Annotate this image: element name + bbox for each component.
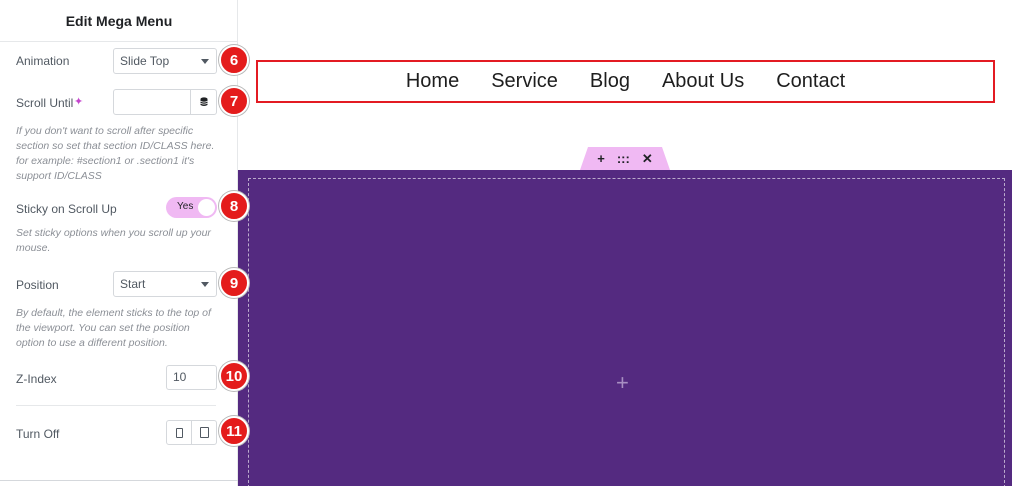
menu-item-contact[interactable]: Contact xyxy=(776,70,845,93)
turn-off-device-group xyxy=(166,420,217,445)
annotation-badge-7: 7 xyxy=(219,86,249,116)
menu-item-home[interactable]: Home xyxy=(406,70,459,93)
panel-title: Edit Mega Menu xyxy=(0,0,238,42)
annotation-badge-11: 11 xyxy=(219,416,249,446)
tablet-icon xyxy=(199,427,209,438)
toggle-text: Yes xyxy=(177,201,194,212)
sticky-scroll-up-toggle[interactable]: Yes xyxy=(166,197,217,218)
annotation-badge-8: 8 xyxy=(219,191,249,221)
menu-item-about-us[interactable]: About Us xyxy=(662,70,744,93)
annotation-badge-6: 6 xyxy=(219,45,249,75)
mega-menu-nav: Home Service Blog About Us Contact xyxy=(258,62,993,101)
annotation-badge-9: 9 xyxy=(219,268,249,298)
dynamic-tags-button[interactable] xyxy=(190,90,216,114)
menu-item-blog[interactable]: Blog xyxy=(590,70,630,93)
animation-select-value: Slide Top xyxy=(120,54,170,68)
sticky-scroll-up-hint: Set sticky options when you scroll up yo… xyxy=(16,227,211,254)
divider xyxy=(16,405,216,406)
database-icon xyxy=(199,97,208,106)
panel-bottom-border xyxy=(0,480,238,481)
turn-off-mobile-button[interactable] xyxy=(167,421,191,444)
turn-off-tablet-button[interactable] xyxy=(191,421,216,444)
section-handle: + ::: ✕ xyxy=(580,147,670,170)
mobile-icon xyxy=(175,427,183,438)
z-index-input[interactable]: 10 xyxy=(166,365,217,390)
ai-sparkle-icon[interactable]: ✦ xyxy=(74,95,83,108)
scroll-until-label: Scroll Until xyxy=(16,96,74,110)
chevron-down-icon xyxy=(201,59,209,64)
close-icon[interactable]: ✕ xyxy=(642,151,653,167)
add-section-icon[interactable]: + xyxy=(597,151,605,166)
drag-handle-icon[interactable]: ::: xyxy=(617,151,630,166)
mega-menu-highlight: Home Service Blog About Us Contact xyxy=(256,60,995,103)
toggle-knob xyxy=(198,199,215,216)
add-element-icon[interactable]: + xyxy=(616,372,629,394)
position-label: Position xyxy=(16,278,59,292)
position-select[interactable]: Start xyxy=(113,271,217,297)
menu-item-service[interactable]: Service xyxy=(491,70,558,93)
annotation-badge-10: 10 xyxy=(219,361,249,391)
sticky-scroll-up-label: Sticky on Scroll Up xyxy=(16,202,117,216)
turn-off-label: Turn Off xyxy=(16,427,60,441)
chevron-down-icon xyxy=(201,282,209,287)
z-index-label: Z-Index xyxy=(16,372,57,386)
scroll-until-hint: If you don't want to scroll after specif… xyxy=(16,125,215,182)
animation-label: Animation xyxy=(16,54,70,68)
editor-panel: Edit Mega Menu Animation Slide Top Scrol… xyxy=(0,0,238,486)
position-hint: By default, the element sticks to the to… xyxy=(16,307,211,349)
container-outline xyxy=(248,178,1005,486)
animation-select[interactable]: Slide Top xyxy=(113,48,217,74)
position-select-value: Start xyxy=(120,277,146,291)
scroll-until-input[interactable] xyxy=(113,89,217,115)
